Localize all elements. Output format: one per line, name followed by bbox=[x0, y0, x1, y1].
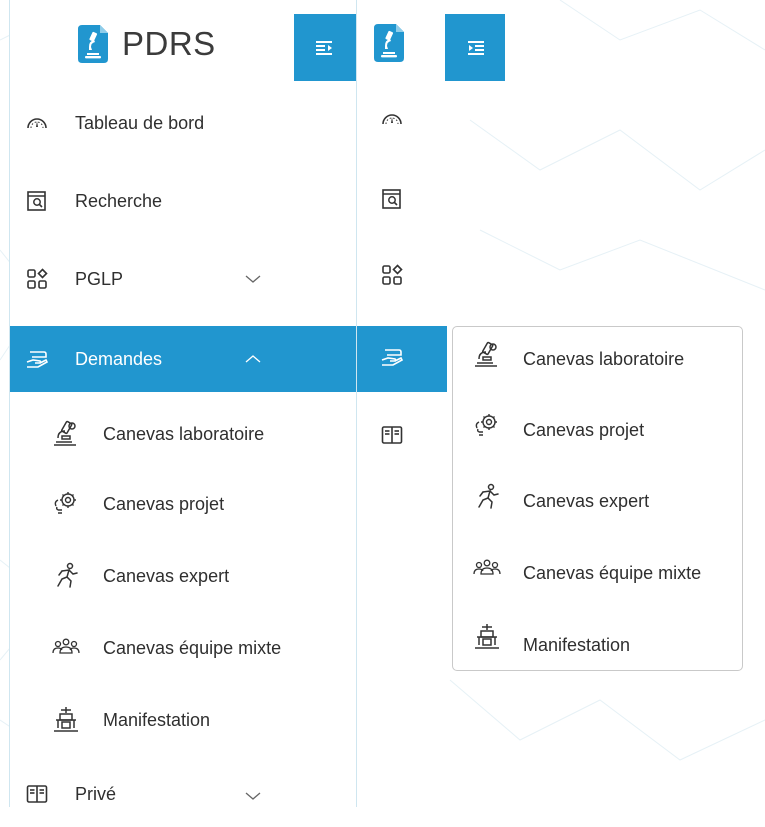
flyout-item-label: Canevas expert bbox=[523, 491, 650, 511]
submenu-item-canevas-expert[interactable]: Canevas expert bbox=[10, 546, 356, 606]
sidebar-item-label: Privé bbox=[75, 783, 117, 804]
microscope-icon bbox=[475, 341, 497, 367]
demandes-flyout-menu: Canevas laboratoire Canevas projet Canev bbox=[452, 326, 743, 671]
sidebar-item-label: Demandes bbox=[75, 348, 163, 369]
expanded-sidebar: PDRS Tableau de bord Recherche PGLP Dema… bbox=[9, 0, 357, 807]
hand-tray-icon bbox=[26, 351, 48, 368]
sidebar-item-label: PGLP bbox=[75, 268, 124, 289]
expand-sidebar-button[interactable] bbox=[445, 14, 505, 81]
flyout-item-label: Canevas équipe mixte bbox=[523, 563, 702, 583]
flyout-item-canevas-laboratoire[interactable]: Canevas laboratoire bbox=[453, 329, 742, 389]
sidebar-item-demandes[interactable]: Demandes bbox=[10, 326, 356, 392]
book-icon bbox=[381, 426, 403, 444]
chevron-down-icon bbox=[245, 275, 261, 283]
collapse-sidebar-button[interactable] bbox=[294, 14, 356, 81]
submenu-item-label: Canevas projet bbox=[103, 493, 225, 514]
flyout-item-canevas-equipe-mixte[interactable]: Canevas équipe mixte bbox=[453, 543, 742, 603]
search-document-icon bbox=[382, 189, 401, 209]
running-person-icon bbox=[478, 483, 499, 509]
submenu-item-label: Canevas équipe mixte bbox=[103, 637, 282, 658]
podium-icon bbox=[475, 624, 499, 649]
menu-collapse-icon bbox=[316, 40, 332, 55]
flyout-item-manifestation[interactable]: Manifestation bbox=[453, 615, 742, 675]
hand-tray-icon bbox=[381, 349, 403, 366]
sidebar-item-label: Tableau de bord bbox=[75, 112, 205, 133]
submenu-item-canevas-projet[interactable]: Canevas projet bbox=[10, 474, 356, 534]
flyout-item-canevas-projet[interactable]: Canevas projet bbox=[453, 400, 742, 460]
microscope-icon bbox=[54, 420, 76, 446]
brand[interactable]: PDRS bbox=[78, 24, 216, 64]
flyout-item-canevas-expert[interactable]: Canevas expert bbox=[453, 471, 742, 531]
submenu-item-canevas-laboratoire[interactable]: Canevas laboratoire bbox=[10, 404, 356, 464]
sidebar-item-tableau-de-bord[interactable]: Tableau de bord bbox=[10, 90, 356, 156]
gear-bulb-icon bbox=[475, 414, 497, 436]
grid-apps-icon bbox=[382, 264, 403, 285]
mini-item-recherche[interactable] bbox=[357, 168, 447, 234]
mini-item-demandes[interactable] bbox=[357, 326, 447, 392]
running-person-icon bbox=[57, 562, 78, 588]
sidebar-item-pglp[interactable]: PGLP bbox=[10, 246, 356, 312]
collapsed-sidebar bbox=[357, 0, 505, 807]
dashboard-gauge-icon bbox=[382, 114, 402, 125]
book-icon bbox=[26, 785, 48, 803]
team-icon bbox=[473, 559, 501, 575]
submenu-item-label: Canevas expert bbox=[103, 565, 230, 586]
menu-expand-icon bbox=[468, 40, 484, 55]
podium-icon bbox=[54, 707, 78, 732]
chevron-down-icon bbox=[245, 792, 261, 800]
pdrs-logo-icon bbox=[78, 25, 108, 63]
mini-item-prive[interactable] bbox=[357, 404, 447, 470]
sidebar-item-recherche[interactable]: Recherche bbox=[10, 168, 356, 234]
mini-item-pglp[interactable] bbox=[357, 246, 447, 312]
search-document-icon bbox=[27, 191, 46, 211]
submenu-item-label: Manifestation bbox=[103, 709, 211, 730]
chevron-up-icon bbox=[245, 355, 261, 363]
submenu-item-label: Canevas laboratoire bbox=[103, 423, 265, 444]
flyout-item-label: Canevas laboratoire bbox=[523, 349, 685, 369]
dashboard-gauge-icon bbox=[27, 118, 47, 129]
pdrs-logo-icon[interactable] bbox=[374, 24, 404, 62]
grid-apps-icon bbox=[27, 268, 48, 289]
flyout-item-label: Manifestation bbox=[523, 635, 631, 655]
submenu-item-canevas-equipe-mixte[interactable]: Canevas équipe mixte bbox=[10, 618, 356, 678]
flyout-item-label: Canevas projet bbox=[523, 420, 645, 440]
sidebar-item-label: Recherche bbox=[75, 190, 163, 211]
mini-item-tableau-de-bord[interactable] bbox=[357, 90, 447, 156]
brand-name: PDRS bbox=[122, 25, 216, 62]
gear-bulb-icon bbox=[54, 492, 76, 514]
submenu-item-manifestation[interactable]: Manifestation bbox=[10, 690, 356, 750]
sidebar-item-prive[interactable]: Privé bbox=[10, 761, 356, 827]
team-icon bbox=[52, 638, 80, 654]
